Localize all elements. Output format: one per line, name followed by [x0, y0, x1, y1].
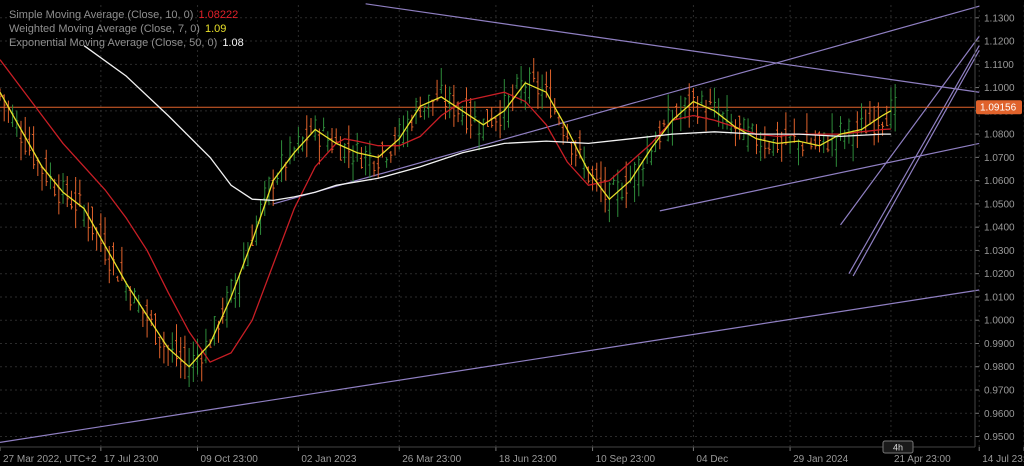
x-tick-label: 27 Mar 2022, UTC+2	[3, 454, 97, 465]
y-tick-label: 1.0500	[984, 199, 1015, 210]
trendline	[852, 50, 980, 277]
legend-wma[interactable]: Weighted Moving Average (Close, 7, 0) 1.0…	[9, 22, 244, 36]
y-tick-label: 0.9800	[984, 362, 1015, 373]
x-tick-label: 09 Oct 23:00	[201, 454, 259, 465]
y-tick-label: 0.9700	[984, 386, 1015, 397]
legend-sma-value: 1.08222	[198, 9, 239, 21]
x-tick-label: 26 Mar 23:00	[402, 454, 461, 465]
x-tick-label: 18 Jun 23:00	[499, 454, 557, 465]
y-tick-label: 1.0400	[984, 223, 1015, 234]
legend-ema-label: Exponential Moving Average (Close, 50, 0…	[9, 37, 218, 49]
x-tick-label: 02 Jan 2023	[301, 454, 356, 465]
y-tick-label: 1.0100	[984, 292, 1015, 303]
y-tick-label: 1.1200	[984, 37, 1015, 48]
x-tick-label: 17 Jul 23:00	[104, 454, 159, 465]
y-tick-label: 1.0800	[984, 130, 1015, 141]
time-axis: 27 Mar 2022, UTC+2 17 Jul 23:00 09 Oct 23:…	[0, 446, 1024, 465]
y-tick-label: 0.9500	[984, 432, 1015, 443]
x-tick-label: 21 Apr 23:00	[894, 454, 951, 465]
y-tick-label: 0.9900	[984, 339, 1015, 350]
y-tick-label: 1.0200	[984, 269, 1015, 280]
price-axis: 1.13001.12001.11001.10001.09001.08001.07…	[974, 0, 1015, 447]
y-tick-label: 1.1300	[984, 13, 1015, 24]
trendline	[365, 3, 980, 93]
y-tick-label: 0.9600	[984, 409, 1015, 420]
x-tick-label: 14 Jul 23:00	[982, 454, 1024, 465]
x-tick-label: 29 Jan 2024	[793, 454, 848, 465]
legend-wma-label: Weighted Moving Average (Close, 7, 0)	[9, 23, 200, 35]
legend-ema[interactable]: Exponential Moving Average (Close, 50, 0…	[9, 36, 244, 50]
trendline	[659, 142, 980, 212]
y-tick-label: 1.0000	[984, 316, 1015, 327]
price-tag-label: 1.09156	[980, 103, 1017, 114]
indicator-legend: Simple Moving Average (Close, 10, 0) 1.08…	[9, 8, 244, 50]
y-tick-label: 1.0300	[984, 246, 1015, 257]
legend-ema-value: 1.08	[222, 37, 244, 49]
legend-sma-label: Simple Moving Average (Close, 10, 0)	[9, 9, 194, 21]
legend-wma-value: 1.09	[204, 23, 227, 35]
trendlines	[0, 3, 980, 443]
chart-grid	[0, 5, 1024, 447]
x-tick-label: 10 Sep 23:00	[596, 454, 656, 465]
price-chart[interactable]: 1.13001.12001.11001.10001.09001.08001.07…	[0, 0, 1024, 466]
y-tick-label: 1.0600	[984, 176, 1015, 187]
y-tick-label: 1.1100	[984, 60, 1014, 71]
y-tick-label: 1.1000	[984, 83, 1015, 94]
trendline	[848, 45, 980, 274]
x-tick-label: 04 Dec	[696, 454, 728, 465]
timeframe-tag-label: 4h	[893, 443, 903, 453]
y-tick-label: 1.0700	[984, 153, 1015, 164]
legend-sma[interactable]: Simple Moving Average (Close, 10, 0) 1.08…	[9, 8, 244, 22]
